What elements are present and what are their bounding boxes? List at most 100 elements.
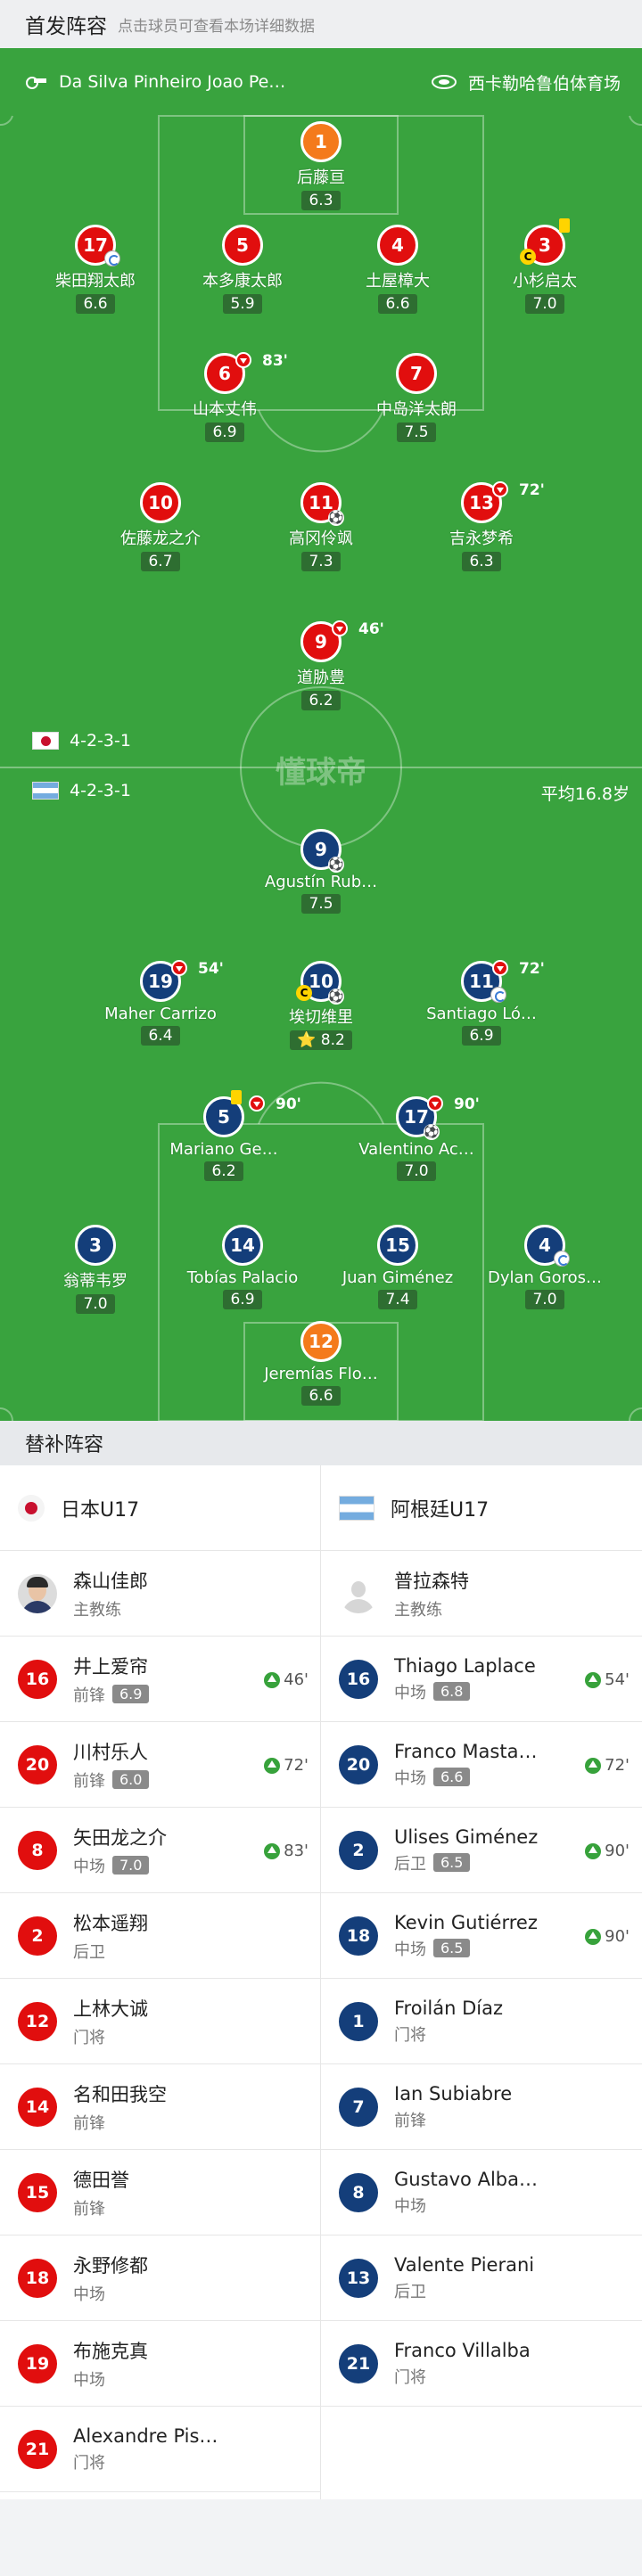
away-sub-row[interactable]: 18 Kevin Gutiérrez 中场 6.5 90' — [321, 1893, 642, 1979]
shirt-number: 6 — [218, 363, 231, 384]
away-average-age: 平均16.8岁 — [540, 784, 630, 804]
sub-rating: 7.0 — [112, 1856, 150, 1875]
home-sub-row[interactable]: 2 松本遥翔 后卫 — [0, 1893, 321, 1979]
away-player-11[interactable]: 11 72' Santiago Ló… 6.9 — [392, 960, 571, 1046]
shirt-number: 19 — [148, 971, 173, 992]
player-rating: 6.6 — [301, 1386, 341, 1406]
yellow-card-icon — [559, 218, 570, 233]
away-sub-row[interactable]: 7 Ian Subiabre 前锋 — [321, 2064, 642, 2150]
away-player-10[interactable]: 10 C ⚽ 埃切维里 ⭐ 8.2 — [232, 961, 410, 1050]
sub-number: 18 — [339, 1916, 378, 1956]
sub-rating: 6.5 — [433, 1853, 471, 1872]
home-player-10[interactable]: 10 佐藤龙之介 6.7 — [71, 482, 250, 571]
player-rating: 6.6 — [378, 294, 417, 314]
home-player-3[interactable]: 3C 小杉启太 7.0 — [456, 218, 634, 314]
sub-position: 门将 — [394, 2025, 426, 2045]
goal-ball-icon: ⚽ — [424, 1124, 440, 1140]
away-player-5[interactable]: 5 90' Mariano Ge… 6.2 — [135, 1090, 313, 1181]
home-coach-row[interactable]: 森山佳郎 主教练 — [0, 1551, 321, 1637]
home-sub-row[interactable]: 15 德田誉前锋 — [0, 2150, 321, 2236]
player-name: 本多康太郎 — [202, 272, 283, 291]
away-team-name: 阿根廷U17 — [391, 1498, 490, 1522]
pitch: Da Silva Pinheiro Joao Pe… 西卡勒哈鲁伯体育场 1 后… — [0, 48, 642, 1421]
shirt-number: 15 — [377, 1225, 418, 1266]
home-formation: 4-2-3-1 — [32, 731, 131, 751]
sub-off-icon — [249, 1095, 265, 1112]
away-sub-row[interactable]: 8 Gustavo Alba… 中场 — [321, 2150, 642, 2236]
referee-name: Da Silva Pinheiro Joao Pe… — [59, 72, 286, 92]
shirt-number: 5 — [222, 225, 263, 266]
away-sub-row[interactable]: 16 Thiago Laplace 中场 6.8 54' — [321, 1637, 642, 1722]
sub-position: 中场 — [73, 1857, 105, 1876]
away-player-4[interactable]: 4 Dylan Goros… 7.0 — [456, 1225, 634, 1309]
away-player-17[interactable]: 17 90' ⚽ Valentino Ac… 7.0 — [327, 1095, 506, 1181]
sub-rating: 6.8 — [433, 1682, 471, 1701]
home-player-6[interactable]: 6 83' 山本丈伟 6.9 — [136, 352, 314, 442]
home-sub-row[interactable]: 12 上林大诚 门将 — [0, 1979, 321, 2064]
sub-in-time: 90' — [605, 1927, 630, 1946]
home-sub-row[interactable]: 16 井上爱帘 前锋 6.9 46' — [0, 1637, 321, 1722]
sub-off-icon — [171, 960, 187, 976]
player-name: 小杉启太 — [513, 272, 577, 291]
away-sub-row[interactable]: 21 Franco Villalba 门将 — [321, 2321, 642, 2407]
sub-position: 中场 — [394, 1940, 426, 1959]
player-rating: 5.9 — [223, 294, 262, 314]
home-sub-row[interactable]: 21 Alexandre Pis… 门将 — [0, 2407, 321, 2492]
home-sub-row[interactable]: 14 名和田我空 前锋 — [0, 2064, 321, 2150]
sub-name: 永野修都 — [73, 2254, 148, 2277]
away-player-12[interactable]: 12 Jeremías Flo… 6.6 — [232, 1321, 410, 1406]
shirt-number: 7 — [396, 353, 437, 394]
sub-number: 20 — [339, 1744, 378, 1784]
home-player-7[interactable]: 7 中岛洋太朗 7.5 — [327, 353, 506, 442]
shirt-number: 11 — [469, 971, 494, 992]
sub-in-icon — [264, 1671, 281, 1688]
player-rating: 6.9 — [462, 1026, 501, 1046]
sub-in-time: 54' — [605, 1670, 630, 1689]
away-sub-row[interactable]: 2 Ulises Giménez 后卫 6.5 90' — [321, 1808, 642, 1893]
sub-name: Valente Pierani — [394, 2253, 535, 2276]
home-player-11[interactable]: 11 ⚽ 高冈伶飒 7.3 — [232, 482, 410, 571]
shirt-number: 14 — [222, 1225, 263, 1266]
lineup-header: 首发阵容 点击球员可查看本场详细数据 — [0, 0, 642, 48]
sub-position: 中场 — [394, 2196, 426, 2216]
sub-in-time: 72' — [284, 1756, 309, 1775]
sub-name: 上林大诚 — [73, 1998, 148, 2020]
sub-name: Gustavo Alba… — [394, 2168, 538, 2190]
star-icon: ⭐ — [297, 1031, 317, 1049]
sub-in-time: 83' — [284, 1842, 309, 1860]
away-sub-row[interactable]: 1 Froilán Díaz 门将 — [321, 1979, 642, 2064]
yellow-card-icon — [231, 1090, 242, 1104]
sub-position: 前锋 — [73, 2199, 105, 2219]
sub-number: 15 — [18, 2172, 57, 2212]
watermark-logo: 懂球帝 — [276, 755, 366, 791]
player-rating: 7.0 — [525, 294, 564, 314]
away-sub-row[interactable]: 20 Franco Masta… 中场 6.6 72' — [321, 1722, 642, 1808]
home-sub-row[interactable]: 18 永野修都 中场 — [0, 2236, 321, 2321]
away-player-9[interactable]: 9 ⚽ Agustín Rub… 7.5 — [232, 829, 410, 914]
away-team-row: 阿根廷U17 — [321, 1465, 642, 1551]
away-sub-row[interactable]: 13 Valente Pierani 后卫 — [321, 2236, 642, 2321]
sub-off-icon — [427, 1095, 443, 1112]
sub-time: 54' — [198, 960, 224, 978]
home-player-1[interactable]: 1 后藤亘 6.3 — [232, 121, 410, 210]
sub-time: 90' — [454, 1095, 480, 1113]
sub-position: 后卫 — [394, 1854, 426, 1874]
player-rating: 6.2 — [204, 1161, 243, 1181]
sub-name: 德田誉 — [73, 2169, 129, 2191]
home-player-9[interactable]: 9 46' 道胁豊 6.2 — [232, 620, 410, 710]
home-sub-row[interactable]: 8 矢田龙之介 中场 7.0 83' — [0, 1808, 321, 1893]
sub-number: 20 — [18, 1744, 57, 1784]
sub-position: 后卫 — [73, 1942, 105, 1962]
home-player-5[interactable]: 5 本多康太郎 5.9 — [153, 225, 332, 314]
away-coach-row[interactable]: 普拉森特 主教练 — [321, 1551, 642, 1637]
home-sub-row[interactable]: 20 川村乐人 前锋 6.0 72' — [0, 1722, 321, 1808]
away-player-14[interactable]: 14 Tobías Palacio 6.9 — [153, 1225, 332, 1309]
lineup-subtitle: 点击球员可查看本场详细数据 — [118, 17, 315, 36]
home-sub-row[interactable]: 19 布施克真 中场 — [0, 2321, 321, 2407]
away-formation-text: 4-2-3-1 — [70, 781, 131, 800]
away-player-19[interactable]: 19 54' Maher Carrizo 6.4 — [71, 960, 250, 1046]
captain-icon: C — [296, 985, 312, 1001]
shirt-number: 13 — [469, 492, 494, 513]
home-player-13[interactable]: 13 72' 吉永梦希 6.3 — [392, 481, 571, 571]
player-name: Jeremías Flo… — [264, 1365, 378, 1383]
